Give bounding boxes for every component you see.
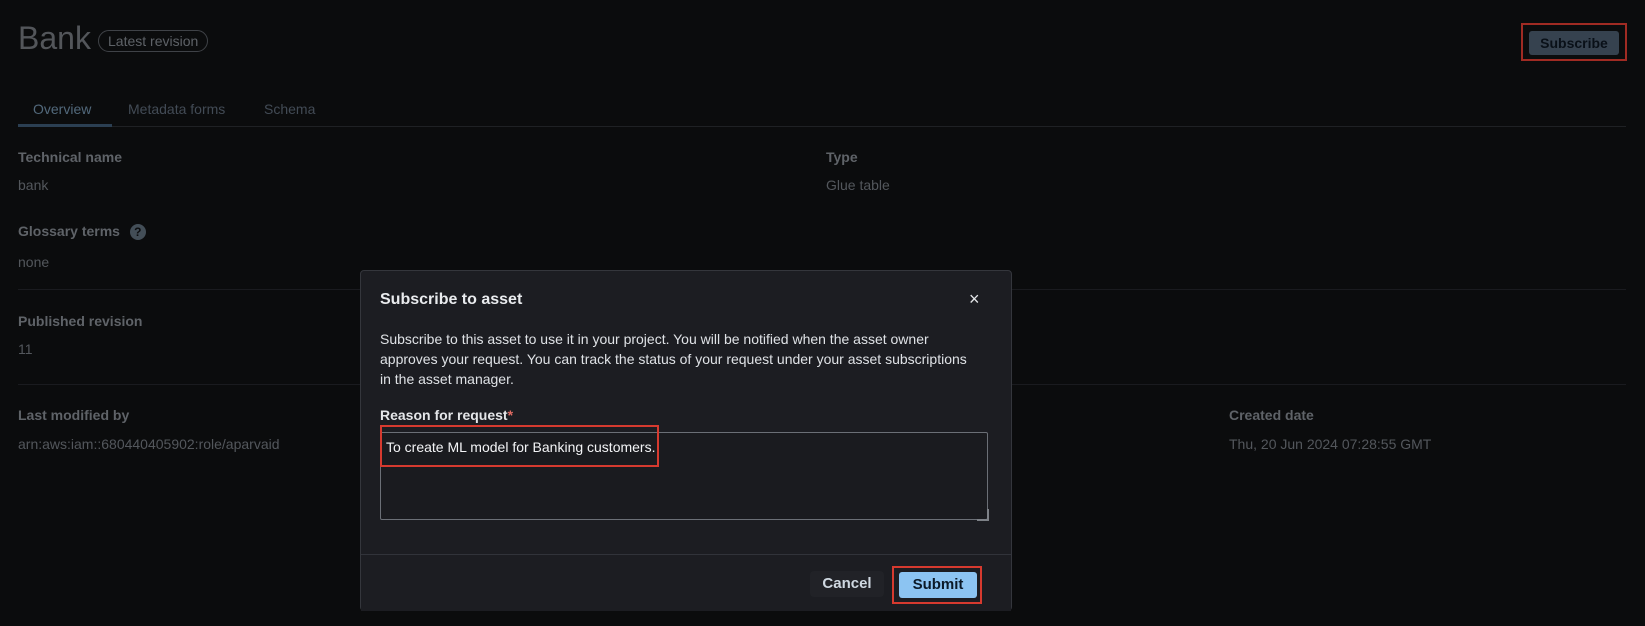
reason-text: To create ML model for Banking customers…	[386, 439, 656, 455]
required-asterisk: *	[507, 407, 514, 423]
resize-handle[interactable]	[977, 509, 989, 521]
reason-label: Reason for request*	[380, 407, 513, 423]
submit-button[interactable]: Submit	[899, 572, 977, 598]
reason-label-text: Reason for request	[380, 407, 508, 423]
submit-highlight: Submit	[892, 566, 982, 604]
modal-title: Subscribe to asset	[380, 291, 523, 308]
cancel-button[interactable]: Cancel	[810, 571, 884, 597]
modal-footer: Cancel Submit	[361, 554, 1011, 611]
close-icon[interactable]: ×	[969, 289, 980, 310]
subscribe-modal: Subscribe to asset × Subscribe to this a…	[360, 270, 1012, 611]
modal-description: Subscribe to this asset to use it in you…	[380, 331, 967, 387]
